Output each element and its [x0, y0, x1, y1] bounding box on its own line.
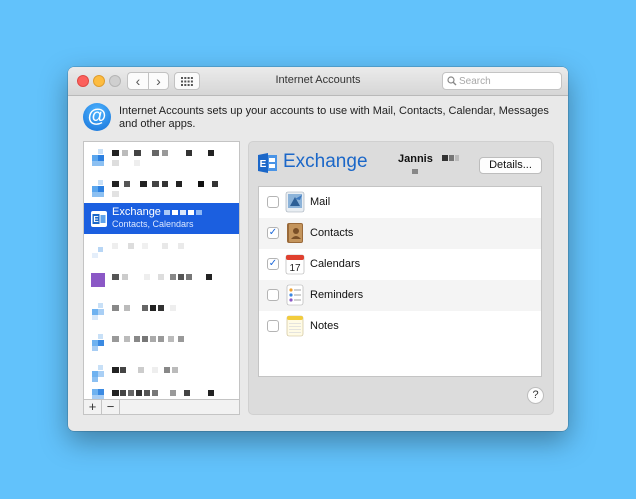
chevron-left-icon: ‹ [135, 73, 141, 89]
account-icon [92, 365, 104, 382]
app-row-reminders[interactable]: Reminders [259, 280, 541, 311]
app-label-mail: Mail [310, 196, 331, 208]
apps-list: Mail ✓ Contacts ✓ 17 Calendars Reminders… [258, 186, 542, 377]
account-row-exchange[interactable]: E Exchange Contacts, Calendars [84, 203, 239, 234]
redacted-account-name [112, 243, 184, 249]
app-label-contacts: Contacts [310, 227, 354, 239]
account-service-title: Exchange [283, 151, 368, 172]
exchange-logo-icon: E [258, 153, 277, 173]
account-icon [92, 180, 104, 197]
back-button[interactable]: ‹ [127, 72, 148, 90]
details-button[interactable]: Details... [479, 157, 542, 174]
account-icon [92, 149, 104, 166]
exchange-icon: E [91, 211, 107, 227]
reminders-checkbox[interactable] [267, 289, 279, 301]
notes-checkbox[interactable] [267, 320, 279, 332]
svg-text:E: E [93, 215, 99, 224]
account-icon [92, 303, 104, 320]
account-icon [92, 334, 104, 351]
redacted-account-email [164, 210, 202, 215]
calendars-checkbox[interactable]: ✓ [267, 258, 279, 270]
contacts-icon [287, 223, 303, 243]
search-icon [447, 76, 457, 86]
redacted-user-surname [442, 155, 459, 161]
header-description: Internet Accounts sets up your accounts … [119, 105, 549, 130]
internet-accounts-window: ‹ › Internet Accounts @ Internet Account… [68, 67, 568, 431]
selected-account-subtitle: Contacts, Calendars [112, 219, 194, 229]
mail-checkbox[interactable] [267, 196, 279, 208]
accounts-list[interactable]: E Exchange Contacts, Calendars [83, 141, 240, 400]
redacted-account-name [112, 336, 184, 342]
notes-icon [286, 315, 304, 337]
account-row-redacted[interactable] [84, 327, 239, 358]
account-icon [91, 273, 105, 287]
svg-text:E: E [260, 159, 267, 170]
zoom-button[interactable] [109, 75, 121, 87]
chevron-right-icon: › [156, 73, 161, 89]
accounts-list-toolbar: + − [83, 400, 240, 415]
title-bar: ‹ › Internet Accounts [68, 67, 568, 96]
internet-accounts-at-icon: @ [83, 103, 111, 131]
reminders-icon [286, 284, 304, 306]
mail-icon [285, 191, 305, 213]
calendar-icon: 17 [285, 254, 305, 275]
redacted-account-name [112, 150, 214, 166]
account-icon [92, 247, 103, 258]
search-input[interactable] [459, 74, 557, 88]
add-account-button[interactable]: + [84, 400, 102, 414]
redacted-account-name [112, 181, 218, 197]
account-row-redacted[interactable] [84, 234, 239, 265]
account-row-redacted[interactable] [84, 358, 239, 389]
account-row-redacted[interactable] [84, 142, 239, 173]
redacted-account-name [112, 274, 212, 280]
redacted-account-name [112, 305, 176, 311]
account-row-redacted[interactable] [84, 173, 239, 204]
selected-account-title: Exchange [112, 206, 161, 218]
window-title: Internet Accounts [275, 74, 361, 86]
account-user-name: Jannis [398, 153, 433, 165]
account-row-redacted[interactable] [84, 296, 239, 327]
redacted-user-email [412, 169, 418, 174]
contacts-checkbox[interactable]: ✓ [267, 227, 279, 239]
show-all-button[interactable] [174, 72, 200, 90]
forward-button[interactable]: › [148, 72, 169, 90]
close-button[interactable] [77, 75, 89, 87]
search-field[interactable] [442, 72, 562, 90]
app-label-reminders: Reminders [310, 289, 364, 301]
navigation-buttons: ‹ › [127, 72, 169, 90]
redacted-account-name [112, 390, 214, 396]
app-row-notes[interactable]: Notes [259, 311, 541, 342]
minimize-button[interactable] [93, 75, 105, 87]
app-label-calendars: Calendars [310, 258, 361, 270]
app-label-notes: Notes [310, 320, 339, 332]
grid-icon [181, 76, 193, 86]
app-row-contacts[interactable]: ✓ Contacts [259, 218, 541, 249]
help-button[interactable]: ? [527, 387, 544, 404]
remove-account-button[interactable]: − [102, 400, 120, 414]
app-row-calendars[interactable]: ✓ 17 Calendars [259, 249, 541, 280]
svg-text:17: 17 [289, 263, 301, 274]
app-row-mail[interactable]: Mail [259, 187, 541, 218]
redacted-account-name [112, 367, 178, 373]
account-row-redacted[interactable] [84, 265, 239, 296]
